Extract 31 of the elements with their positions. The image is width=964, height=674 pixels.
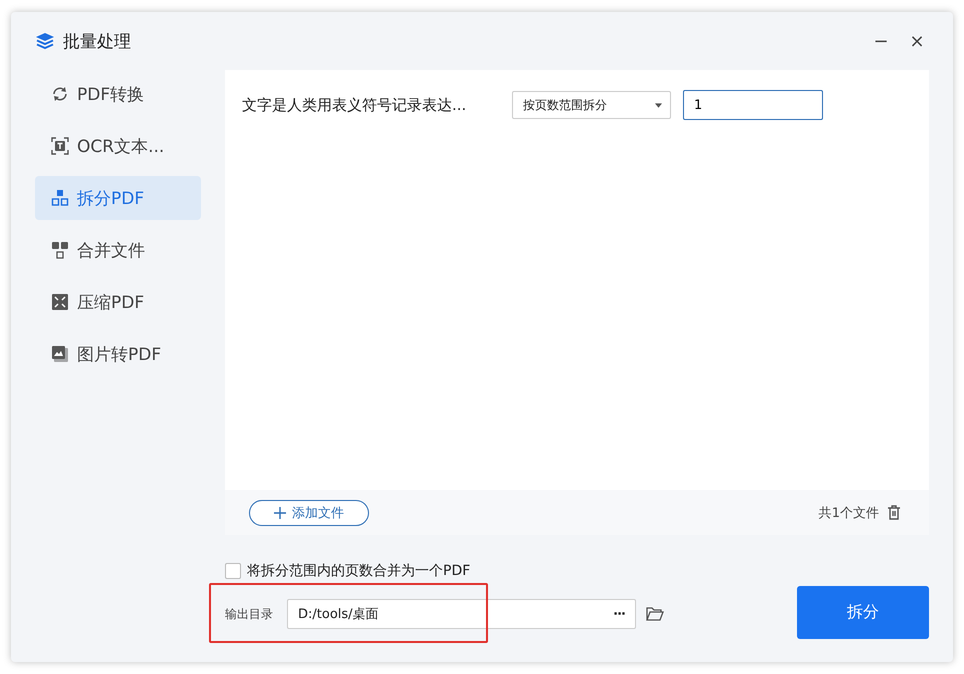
plus-icon xyxy=(274,506,286,518)
image-icon xyxy=(51,345,69,363)
window-title: 批量处理 xyxy=(63,30,131,52)
output-path-field[interactable]: D:/tools/桌面 ··· xyxy=(287,599,636,629)
compress-icon xyxy=(51,293,69,311)
split-button[interactable]: 拆分 xyxy=(797,586,929,638)
sidebar-item[interactable]: PDF转换 xyxy=(35,72,201,116)
text-scan-icon xyxy=(51,137,69,155)
trash-icon[interactable] xyxy=(887,505,901,520)
split-icon xyxy=(51,189,69,207)
file-count: 共1个文件 xyxy=(818,504,879,522)
page-range-input[interactable]: 1 xyxy=(683,90,823,120)
file-name: 文字是人类用表义符号记录表达... xyxy=(242,96,468,114)
sidebar-item[interactable]: 图片转PDF xyxy=(35,332,201,376)
add-file-button[interactable]: 添加文件 xyxy=(249,500,369,526)
folder-icon[interactable] xyxy=(646,607,664,621)
layers-icon xyxy=(35,32,55,50)
sidebar-item[interactable]: OCR文本... xyxy=(35,124,201,168)
close-button[interactable]: × xyxy=(905,30,929,52)
caret-icon xyxy=(655,102,662,108)
checkbox-label: 将拆分范围内的页数合并为一个PDF xyxy=(247,562,470,580)
sidebar-item[interactable]: 压缩PDF xyxy=(35,280,201,324)
sidebar-item[interactable]: 拆分PDF xyxy=(35,176,201,220)
checkbox[interactable] xyxy=(225,563,241,579)
merge-icon xyxy=(51,241,69,259)
output-label: 输出目录 xyxy=(225,606,273,622)
split-mode-dropdown[interactable]: 按页数范围拆分 xyxy=(512,91,671,119)
sidebar-item[interactable]: 合并文件 xyxy=(35,228,201,272)
minimize-button[interactable]: − xyxy=(869,30,893,52)
refresh-icon xyxy=(51,85,69,103)
more-button[interactable]: ··· xyxy=(613,606,625,622)
